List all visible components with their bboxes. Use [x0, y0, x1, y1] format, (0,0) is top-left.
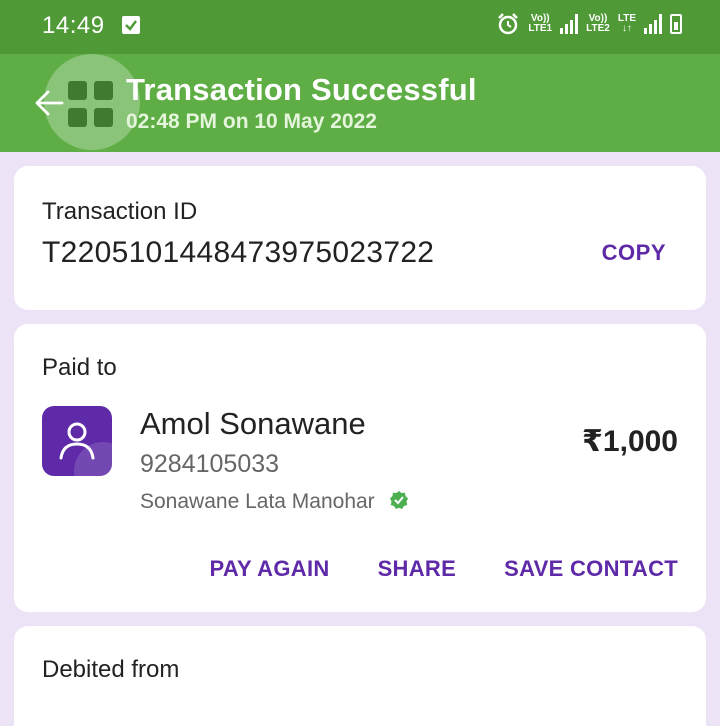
- payee-bank-name: Sonawane Lata Manohar: [140, 490, 409, 514]
- save-contact-button[interactable]: SAVE CONTACT: [504, 556, 678, 582]
- debited-from-label: Debited from: [42, 656, 180, 683]
- share-button[interactable]: SHARE: [378, 556, 457, 582]
- notification-check-icon: [122, 16, 140, 34]
- paid-to-actions: PAY AGAIN SHARE SAVE CONTACT: [210, 556, 679, 582]
- transaction-id-card: Transaction ID T2205101448473975023722 C…: [14, 166, 706, 310]
- payee-name: Amol Sonawane: [140, 406, 366, 441]
- page-title: Transaction Successful: [126, 72, 477, 107]
- person-icon: [59, 422, 95, 460]
- alarm-icon: [498, 13, 519, 35]
- status-icons: Vo)) LTE1 Vo)) LTE2 LTE ↓↑: [496, 12, 682, 36]
- avatar: [42, 406, 112, 476]
- paid-to-card: Paid to Amol Sonawane 9284105033 Sonawan…: [14, 324, 706, 612]
- transaction-id-label: Transaction ID: [42, 198, 198, 225]
- back-arrow-icon[interactable]: [34, 88, 64, 123]
- transaction-id-value: T2205101448473975023722: [42, 236, 435, 269]
- copy-button[interactable]: COPY: [602, 240, 666, 266]
- grid-menu-icon[interactable]: [68, 81, 114, 127]
- pay-again-button[interactable]: PAY AGAIN: [210, 556, 330, 582]
- lte-label: LTE ↓↑: [617, 13, 636, 34]
- payee-bank-name-text: Sonawane Lata Manohar: [140, 490, 375, 513]
- amount-paid: ₹1,000: [582, 425, 678, 458]
- app-bar: Transaction Successful 02:48 PM on 10 Ma…: [0, 54, 720, 152]
- battery-icon: [670, 14, 682, 34]
- status-time: 14:49: [42, 12, 105, 39]
- status-bar: 14:49 Vo)) LTE1 Vo)) LTE2 LTE ↓↑: [0, 0, 720, 54]
- debited-from-card: Debited from: [14, 626, 706, 726]
- sim2-label: Vo)) LTE2: [586, 13, 610, 34]
- payee-phone: 9284105033: [140, 450, 280, 478]
- transaction-timestamp: 02:48 PM on 10 May 2022: [126, 110, 377, 133]
- sim1-signal-icon: [560, 14, 579, 34]
- paid-to-label: Paid to: [42, 354, 117, 381]
- verified-badge-icon: [389, 491, 408, 510]
- sim2-signal-icon: [644, 14, 662, 34]
- sim1-label: Vo)) LTE1: [528, 13, 553, 34]
